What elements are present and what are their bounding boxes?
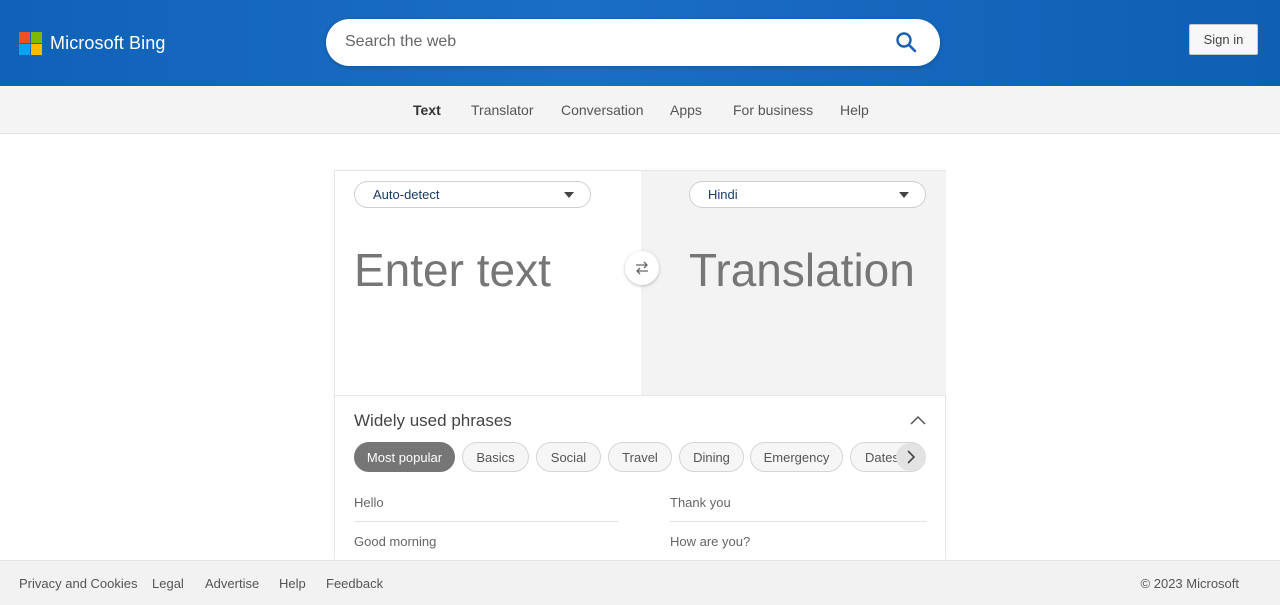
swap-icon <box>636 261 648 275</box>
footer-link-privacy[interactable]: Privacy and Cookies <box>19 576 138 591</box>
footer-link-help[interactable]: Help <box>279 576 306 591</box>
search-input[interactable] <box>345 31 885 53</box>
translator-nav: Text Translator Conversation Apps For bu… <box>0 86 1280 134</box>
chip-emergency[interactable]: Emergency <box>750 442 843 472</box>
footer-link-legal[interactable]: Legal <box>152 576 184 591</box>
chips-next-button[interactable] <box>896 443 926 471</box>
translator-panel: Auto-detect Hindi Enter text Translation… <box>334 170 946 560</box>
tab-translator[interactable]: Translator <box>471 102 534 118</box>
chevron-down-icon <box>564 192 574 198</box>
phrase-divider <box>670 521 927 522</box>
sign-in-button[interactable]: Sign in <box>1189 24 1258 55</box>
source-text-input[interactable]: Enter text <box>354 243 551 297</box>
copyright-text: © 2023 Microsoft <box>1140 576 1239 591</box>
phrase-item[interactable]: Good morning <box>354 534 436 549</box>
translation-output: Translation <box>689 244 915 296</box>
footer-link-advertise[interactable]: Advertise <box>205 576 259 591</box>
tab-conversation[interactable]: Conversation <box>561 102 644 118</box>
source-language-label: Auto-detect <box>373 187 440 202</box>
chip-travel[interactable]: Travel <box>608 442 672 472</box>
source-language-select[interactable]: Auto-detect <box>354 181 591 208</box>
footer-link-feedback[interactable]: Feedback <box>326 576 383 591</box>
swap-languages-button[interactable] <box>625 251 659 285</box>
tab-text[interactable]: Text <box>413 102 441 118</box>
chevron-up-icon[interactable] <box>909 413 927 427</box>
page-footer: Privacy and Cookies Legal Advertise Help… <box>0 560 1280 605</box>
search-icon[interactable] <box>894 30 918 54</box>
brand-name: Microsoft Bing <box>50 33 166 53</box>
phrase-divider <box>354 521 619 522</box>
tab-help[interactable]: Help <box>840 102 869 118</box>
search-box <box>326 19 940 66</box>
phrase-item[interactable]: How are you? <box>670 534 750 549</box>
chevron-right-icon <box>907 450 916 464</box>
bing-logo[interactable]: Microsoft Bing <box>19 32 165 55</box>
chip-most-popular[interactable]: Most popular <box>354 442 455 472</box>
target-language-label: Hindi <box>708 187 738 202</box>
chip-dining[interactable]: Dining <box>679 442 744 472</box>
chevron-down-icon <box>899 192 909 198</box>
section-divider <box>335 395 946 396</box>
phrase-item[interactable]: Hello <box>354 495 384 510</box>
microsoft-logo-icon <box>19 32 42 55</box>
phrase-item[interactable]: Thank you <box>670 495 731 510</box>
tab-for-business[interactable]: For business <box>733 102 813 118</box>
tab-apps[interactable]: Apps <box>670 102 702 118</box>
target-language-select[interactable]: Hindi <box>689 181 926 208</box>
top-header: Microsoft Bing Sign in <box>0 0 1280 86</box>
chip-basics[interactable]: Basics <box>462 442 529 472</box>
phrases-title: Widely used phrases <box>354 411 512 430</box>
chip-social[interactable]: Social <box>536 442 601 472</box>
